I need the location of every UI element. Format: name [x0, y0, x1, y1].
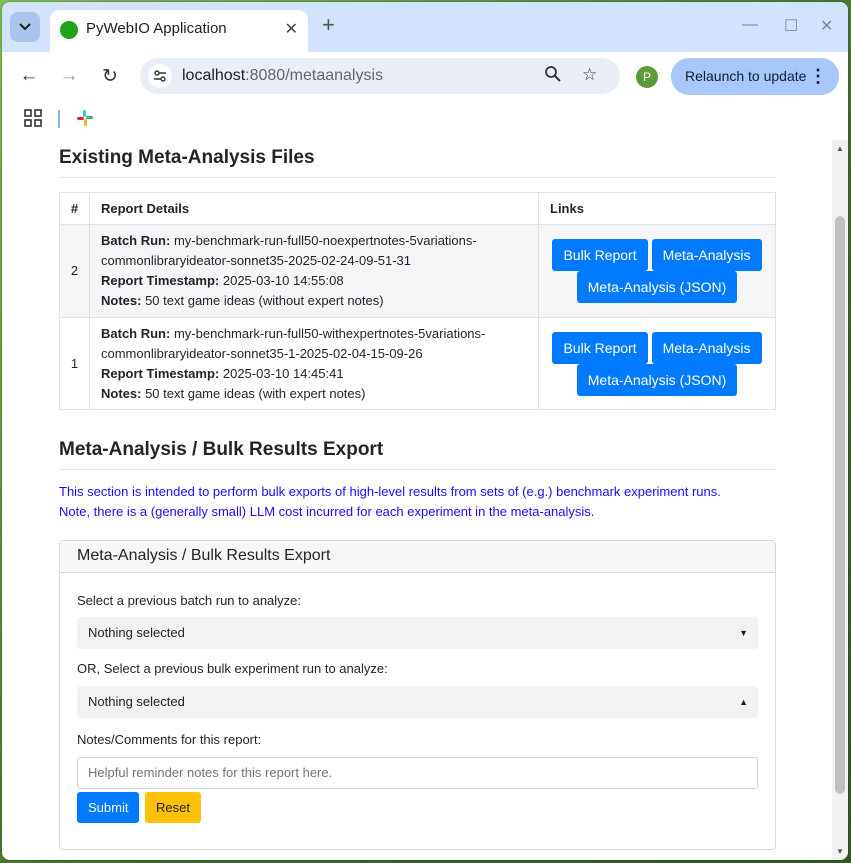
new-tab-icon[interactable]: + [322, 14, 335, 36]
page-scrollbar[interactable]: ▲ ▼ [832, 140, 848, 860]
row-number: 2 [59, 224, 90, 318]
export-form-card: Meta-Analysis / Bulk Results Export Sele… [59, 540, 776, 850]
reload-icon[interactable]: ↻ [99, 65, 121, 88]
browser-tab[interactable]: PyWebIO Application ✕ [50, 10, 308, 52]
apps-grid-icon[interactable] [24, 109, 42, 132]
meta-analysis-button[interactable]: Meta-Analysis [651, 239, 762, 271]
scroll-down-icon[interactable]: ▼ [836, 847, 844, 856]
title-bar: PyWebIO Application ✕ + — ☐ ✕ [2, 2, 848, 52]
slack-icon[interactable] [76, 109, 94, 127]
bulk-select-label: OR, Select a previous bulk experiment ru… [77, 661, 388, 676]
tab-search-button[interactable] [10, 12, 40, 42]
bulk-run-select[interactable]: Nothing selected ▲ [77, 686, 758, 718]
bookmark-separator [58, 110, 60, 128]
col-header-details: Report Details [89, 192, 539, 225]
export-section-title: Meta-Analysis / Bulk Results Export [59, 439, 384, 460]
divider [59, 177, 776, 178]
url-text: localhost:8080/metaanalysis [182, 67, 384, 84]
export-intro: This section is intended to perform bulk… [59, 482, 721, 522]
site-info-icon[interactable] [148, 64, 172, 88]
menu-dots-icon[interactable]: ⋮ [809, 58, 827, 95]
close-icon[interactable]: ✕ [285, 19, 298, 39]
address-bar[interactable]: localhost:8080/metaanalysis ☆ [140, 58, 620, 94]
bookmark-star-icon[interactable]: ☆ [582, 65, 597, 85]
bulk-report-button[interactable]: Bulk Report [552, 331, 648, 364]
row-number: 1 [59, 317, 90, 410]
meta-analysis-json-button[interactable]: Meta-Analysis (JSON) [576, 271, 738, 303]
files-section-title: Existing Meta-Analysis Files [59, 147, 315, 168]
divider [59, 469, 776, 470]
table-row: 2 Batch Run: my-benchmark-run-full50-noe… [59, 224, 776, 318]
links-cell: Bulk Report Meta-Analysis Meta-Analysis … [538, 317, 776, 410]
timestamp-value: 2025-03-10 14:55:08 [222, 273, 344, 288]
notes-input[interactable]: Helpful reminder notes for this report h… [77, 757, 758, 789]
timestamp-value: 2025-03-10 14:45:41 [222, 365, 344, 381]
batch-run-value-cont: commonlibraryideator-sonnet35-2025-02-24… [101, 253, 412, 268]
favicon-icon [60, 21, 78, 39]
relaunch-label: Relaunch to update [685, 68, 807, 84]
maximize-icon[interactable]: ☐ [784, 16, 798, 36]
bulk-report-button[interactable]: Bulk Report [552, 239, 648, 271]
bulk-select-value: Nothing selected [88, 694, 185, 709]
zoom-icon[interactable] [544, 65, 562, 88]
links-cell: Bulk Report Meta-Analysis Meta-Analysis … [538, 224, 776, 318]
intro-line-1: This section is intended to perform bulk… [59, 484, 721, 499]
back-icon[interactable]: ← [18, 65, 40, 87]
browser-window: PyWebIO Application ✕ + — ☐ ✕ ← → ↻ loca… [2, 2, 848, 860]
browser-toolbar: ← → ↻ localhost:8080/metaanalysis ☆ P Re… [2, 52, 848, 100]
profile-avatar[interactable]: P [636, 66, 658, 88]
relaunch-button[interactable]: Relaunch to update ⋮ [671, 58, 839, 95]
meta-analysis-json-button[interactable]: Meta-Analysis (JSON) [576, 363, 738, 396]
notes-label: Notes: [101, 293, 142, 308]
meta-analysis-button[interactable]: Meta-Analysis [651, 331, 762, 364]
tab-title: PyWebIO Application [86, 20, 227, 37]
table-row: 1 Batch Run: my-benchmark-run-full50-wit… [59, 317, 776, 410]
intro-line-2: Note, there is a (generally small) LLM c… [59, 504, 595, 519]
timestamp-label: Report Timestamp: [101, 273, 220, 288]
chevron-down-icon [19, 23, 31, 31]
forward-icon[interactable]: → [58, 65, 80, 87]
notes-label: Notes: [101, 385, 142, 401]
notes-value: 50 text game ideas (with expert notes) [145, 385, 366, 401]
scrollbar-thumb[interactable] [835, 216, 845, 794]
card-title: Meta-Analysis / Bulk Results Export [60, 541, 775, 573]
batch-run-select[interactable]: Nothing selected ▼ [77, 617, 758, 649]
reset-button[interactable]: Reset [145, 792, 201, 823]
scroll-up-icon[interactable]: ▲ [836, 144, 844, 153]
caret-up-icon: ▲ [739, 697, 748, 707]
submit-button[interactable]: Submit [77, 792, 140, 823]
caret-down-icon: ▼ [739, 628, 748, 638]
notes-field-label: Notes/Comments for this report: [77, 732, 262, 747]
report-details: Batch Run: my-benchmark-run-full50-withe… [89, 317, 539, 410]
window-close-icon[interactable]: ✕ [820, 16, 833, 36]
batch-run-label: Batch Run: [101, 233, 171, 248]
report-details: Batch Run: my-benchmark-run-full50-noexp… [89, 224, 539, 318]
col-header-num: # [59, 192, 90, 225]
batch-run-value: my-benchmark-run-full50-noexpertnotes-5v… [173, 233, 477, 248]
notes-value: 50 text game ideas (without expert notes… [145, 293, 384, 308]
page-content: Existing Meta-Analysis Files # Report De… [2, 140, 832, 860]
batch-select-value: Nothing selected [88, 625, 185, 640]
batch-run-value: my-benchmark-run-full50-withexpertnotes-… [173, 325, 486, 341]
batch-run-label: Batch Run: [101, 325, 171, 341]
batch-select-label: Select a previous batch run to analyze: [77, 593, 302, 608]
files-table: # Report Details Links 2 Batch Run: my-b… [59, 192, 776, 410]
bookmarks-bar [2, 100, 848, 140]
timestamp-label: Report Timestamp: [101, 365, 220, 381]
minimize-icon[interactable]: — [742, 16, 758, 34]
batch-run-value-cont: commonlibraryideator-sonnet35-1-2025-02-… [101, 345, 423, 361]
col-header-links: Links [538, 192, 776, 225]
